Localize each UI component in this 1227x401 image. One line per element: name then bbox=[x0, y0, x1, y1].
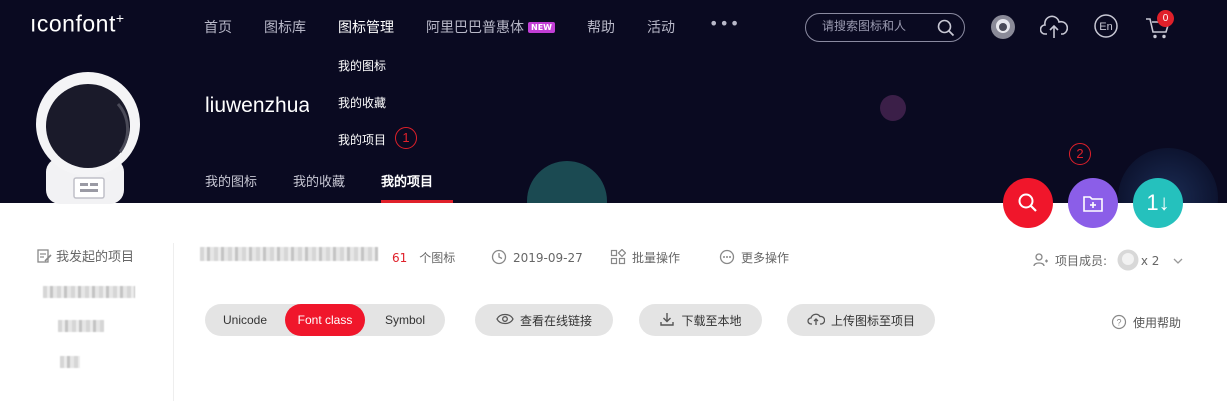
edit-doc-icon bbox=[36, 249, 52, 268]
search-input[interactable] bbox=[822, 19, 932, 33]
download-label: 下载至本地 bbox=[681, 313, 742, 328]
icon-count: 61 个图标 bbox=[392, 249, 455, 266]
more-operations-button[interactable]: 更多操作 bbox=[719, 249, 789, 268]
sidebar-title-label: 我发起的项目 bbox=[56, 250, 135, 265]
member-avatar bbox=[1111, 249, 1141, 271]
active-tab-indicator bbox=[381, 200, 453, 203]
question-circle-icon: ? bbox=[1111, 314, 1127, 333]
new-badge: NEW bbox=[528, 22, 555, 33]
main-nav: 首页 图标库 图标管理 阿里巴巴普惠体 NEW 帮助 活动 bbox=[204, 17, 707, 37]
nav-help[interactable]: 帮助 bbox=[587, 17, 615, 37]
project-members[interactable]: 项目成员: x 2 bbox=[1033, 249, 1183, 271]
dropdown-my-projects[interactable]: 我的项目 bbox=[338, 131, 386, 148]
nav-icon-library[interactable]: 图标库 bbox=[264, 17, 306, 37]
batch-operation-label: 批量操作 bbox=[632, 251, 681, 265]
sort-icon: 1↓ bbox=[1146, 190, 1170, 215]
annotation-marker-2: 2 bbox=[1069, 143, 1091, 165]
search-project-button[interactable] bbox=[1003, 178, 1053, 228]
batch-operation-button[interactable]: 批量操作 bbox=[610, 248, 681, 268]
search-icon bbox=[1018, 193, 1037, 212]
chevron-down-icon[interactable] bbox=[1163, 254, 1183, 268]
project-date: 2019-09-27 bbox=[491, 249, 583, 268]
user-avatar-icon[interactable] bbox=[990, 14, 1016, 44]
sidebar-divider bbox=[173, 243, 174, 401]
logo-plus: + bbox=[115, 10, 125, 26]
project-list-item[interactable] bbox=[60, 356, 80, 368]
nav-more-button[interactable]: ••• bbox=[709, 14, 740, 33]
decoration-circle bbox=[527, 161, 607, 203]
project-name bbox=[200, 247, 378, 261]
members-count: x 2 bbox=[1140, 254, 1160, 268]
batch-grid-icon bbox=[610, 248, 627, 268]
icon-count-label: 个图标 bbox=[419, 251, 456, 265]
logo-text: ıconfont bbox=[30, 10, 116, 37]
iconfont-logo[interactable]: ıconfont+ bbox=[30, 10, 125, 38]
sort-button[interactable]: 1↓ bbox=[1133, 178, 1183, 228]
new-project-button[interactable] bbox=[1068, 178, 1118, 228]
download-icon bbox=[659, 311, 675, 330]
nav-alibaba-font-label: 阿里巴巴普惠体 bbox=[426, 20, 524, 36]
search-box[interactable] bbox=[805, 13, 965, 42]
download-button[interactable]: 下载至本地 bbox=[639, 304, 762, 336]
upload-icon-label: 上传图标至项目 bbox=[830, 313, 915, 328]
language-label: En bbox=[1099, 21, 1112, 33]
nav-alibaba-font[interactable]: 阿里巴巴普惠体 NEW bbox=[426, 17, 555, 37]
tab-my-icons[interactable]: 我的图标 bbox=[205, 171, 257, 190]
annotation-marker-1: 1 bbox=[395, 127, 417, 149]
view-online-link-button[interactable]: 查看在线链接 bbox=[475, 304, 613, 336]
tab-my-favorites[interactable]: 我的收藏 bbox=[293, 171, 345, 190]
decoration-circle bbox=[880, 95, 906, 121]
upload-cloud-icon[interactable] bbox=[1039, 14, 1069, 44]
dropdown-my-favorites[interactable]: 我的收藏 bbox=[338, 94, 386, 111]
language-icon[interactable]: En bbox=[1094, 14, 1118, 42]
nav-home[interactable]: 首页 bbox=[204, 17, 232, 37]
profile-username: liuwenzhuang bbox=[205, 94, 309, 117]
folder-add-icon bbox=[1083, 196, 1103, 212]
project-list-item[interactable] bbox=[43, 286, 135, 298]
project-list-item[interactable] bbox=[58, 320, 104, 332]
profile-tabs: 我的图标 我的收藏 我的项目 bbox=[205, 171, 469, 190]
svg-text:?: ? bbox=[1116, 318, 1121, 328]
members-label: 项目成员: bbox=[1055, 254, 1108, 268]
more-dots-icon bbox=[719, 249, 735, 268]
tab-my-projects[interactable]: 我的项目 bbox=[381, 171, 433, 190]
nav-icon-management[interactable]: 图标管理 bbox=[338, 17, 394, 37]
view-online-link-label: 查看在线链接 bbox=[519, 313, 592, 328]
help-label: 使用帮助 bbox=[1133, 316, 1182, 330]
search-icon[interactable] bbox=[937, 19, 955, 41]
tab-font-class[interactable]: Font class bbox=[285, 304, 365, 336]
help-link[interactable]: ? 使用帮助 bbox=[1111, 314, 1181, 333]
clock-icon bbox=[491, 249, 507, 268]
profile-avatar[interactable] bbox=[30, 70, 150, 208]
cart-count-badge: 0 bbox=[1157, 10, 1174, 27]
tab-unicode[interactable]: Unicode bbox=[211, 304, 279, 336]
code-type-switch: Unicode Font class Symbol bbox=[205, 304, 445, 336]
upload-icon-button[interactable]: 上传图标至项目 bbox=[787, 304, 935, 336]
icon-count-number: 61 bbox=[392, 251, 408, 265]
dropdown-my-icons[interactable]: 我的图标 bbox=[338, 57, 386, 74]
more-operations-label: 更多操作 bbox=[741, 251, 790, 265]
sidebar-title: 我发起的项目 bbox=[36, 246, 134, 268]
nav-activity[interactable]: 活动 bbox=[647, 17, 675, 37]
project-date-value: 2019-09-27 bbox=[513, 251, 583, 265]
upload-cloud-icon bbox=[807, 312, 826, 329]
members-icon bbox=[1033, 253, 1055, 268]
eye-icon bbox=[496, 313, 514, 328]
tab-symbol[interactable]: Symbol bbox=[371, 304, 439, 336]
